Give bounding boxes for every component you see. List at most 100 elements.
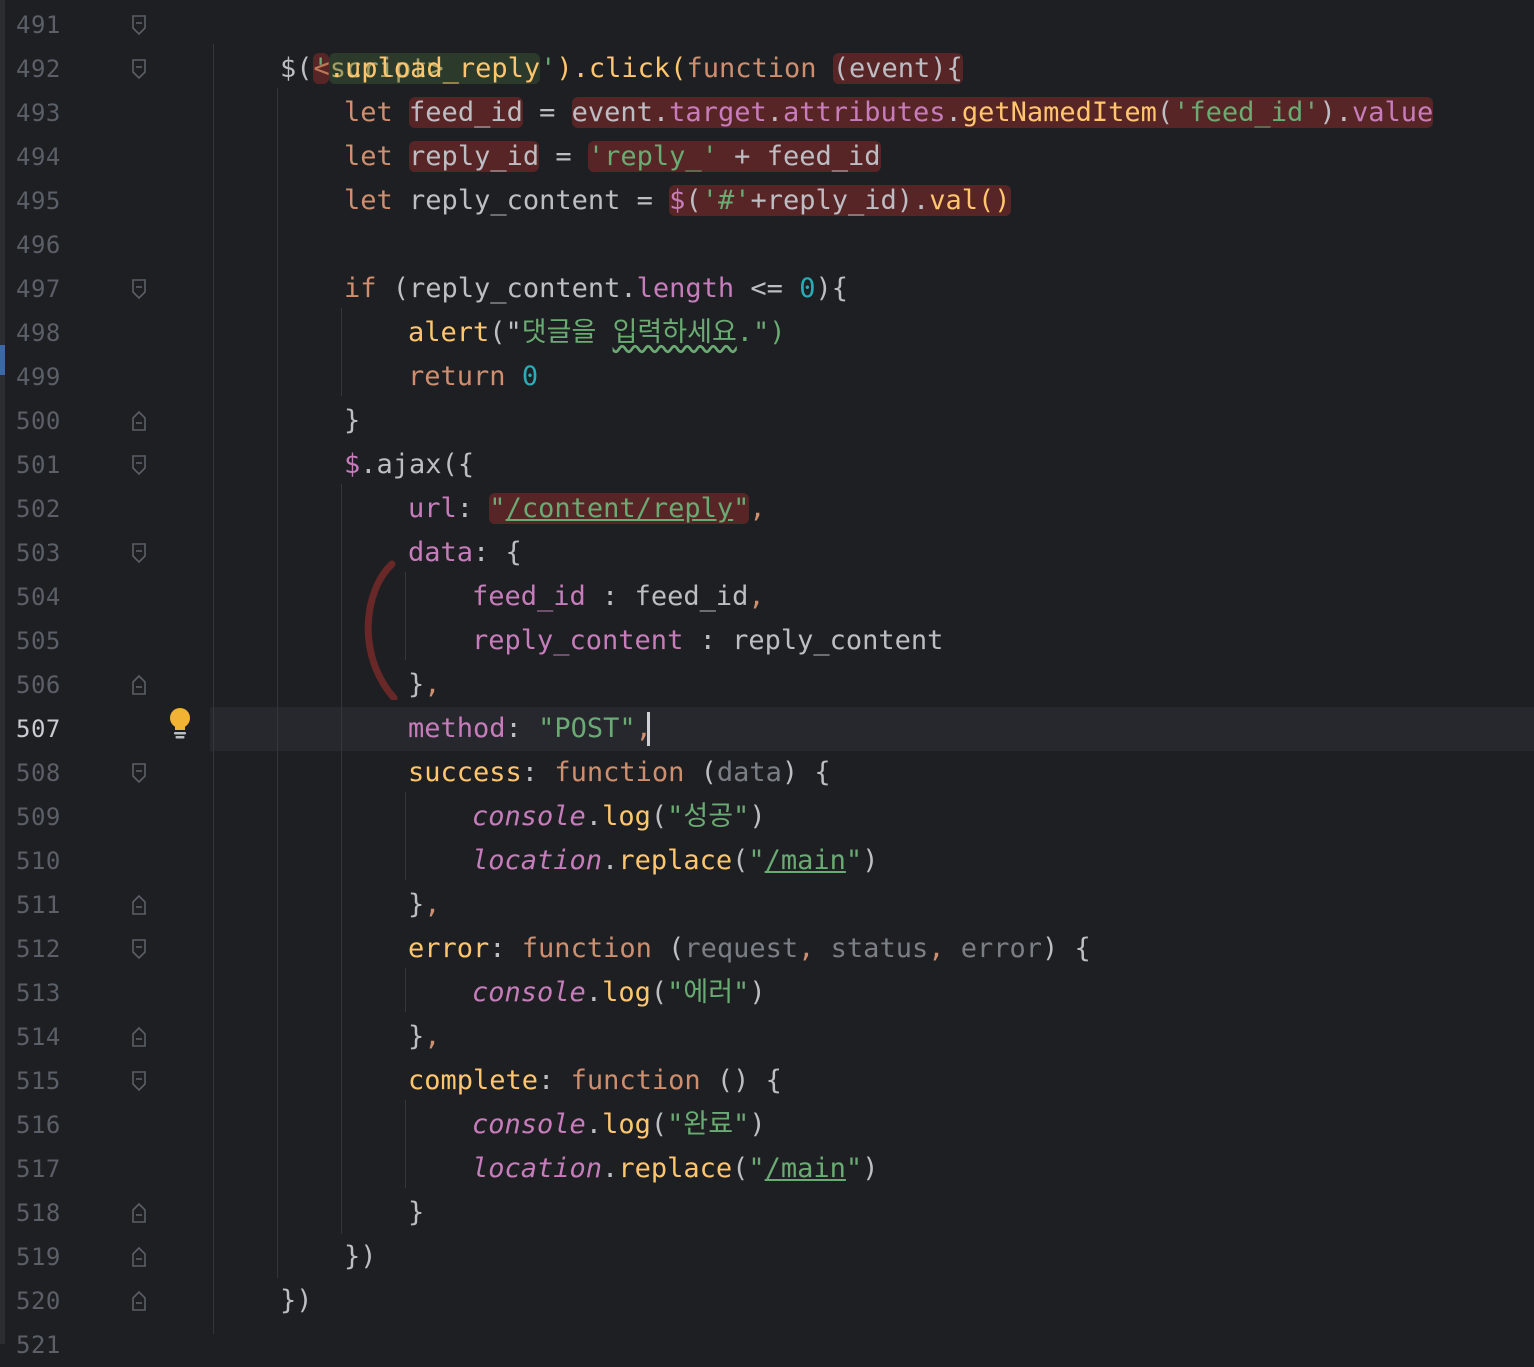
token: :: [473, 537, 506, 568]
token: alert: [408, 317, 490, 348]
token-keyword: function: [686, 53, 817, 84]
token: (: [685, 185, 702, 216]
token: .: [585, 1109, 603, 1140]
token: :: [538, 1065, 571, 1096]
token: replace: [618, 845, 733, 876]
fold-marker-icon[interactable]: [131, 674, 147, 696]
code-line: }: [408, 1191, 424, 1235]
line-number: 505: [16, 627, 61, 655]
red-annotation-stroke: [364, 560, 398, 700]
code-line: return 0: [408, 355, 538, 399]
token: +reply_id).: [750, 185, 930, 216]
code-line: location.replace("/main"): [472, 1147, 878, 1191]
token-keyword: if: [344, 273, 377, 304]
line-number: 495: [16, 187, 61, 215]
left-tool-strip: [0, 0, 5, 1344]
token: }): [280, 1285, 313, 1316]
token: url: [408, 493, 457, 524]
code-line: $.ajax({: [344, 443, 474, 487]
fold-marker-icon[interactable]: [131, 58, 147, 80]
fold-marker-icon[interactable]: [131, 762, 147, 784]
code-line: let reply_id = 'reply_' + feed_id: [344, 135, 881, 179]
token: ).click(: [556, 53, 687, 84]
code-line: }): [344, 1235, 377, 1279]
token: }: [344, 405, 361, 436]
line-number: 492: [16, 55, 61, 83]
code-editor[interactable]: 491 492 493 494 495 496 497 498 499 500 501 502 503 5…: [0, 0, 1534, 1359]
token-keyword: let: [344, 97, 393, 128]
code-line: error: function (request, status, error)…: [408, 927, 1091, 971]
token: (: [296, 53, 313, 84]
token: reply_content: [732, 625, 944, 656]
fold-marker-icon[interactable]: [131, 1070, 147, 1092]
fold-marker-icon[interactable]: [131, 894, 147, 916]
fold-marker-icon[interactable]: [131, 1026, 147, 1048]
token: "성공": [667, 801, 750, 832]
code-line: <script>: [216, 3, 444, 84]
token: error: [408, 933, 490, 964]
token: ": [489, 493, 506, 524]
fold-marker-icon[interactable]: [131, 14, 147, 36]
token: ,: [798, 933, 831, 964]
token: feed_id: [634, 581, 749, 612]
fold-marker-icon[interactable]: [131, 410, 147, 432]
code-line: feed_id : feed_id,: [472, 575, 765, 619]
token-keyword: function: [554, 757, 685, 788]
fold-marker-icon[interactable]: [131, 1290, 147, 1312]
token: ) {: [781, 757, 831, 788]
code-line: },: [408, 663, 441, 707]
token: console: [472, 977, 586, 1008]
code-line: success: function (data) {: [408, 751, 831, 795]
fold-marker-icon[interactable]: [131, 1246, 147, 1268]
token: (: [651, 933, 685, 964]
line-number: 512: [16, 935, 61, 963]
token: =: [620, 185, 670, 216]
token: event: [571, 97, 653, 128]
token-keyword: function: [521, 933, 652, 964]
fold-marker-icon[interactable]: [131, 454, 147, 476]
line-number: 491: [16, 11, 61, 39]
token-keyword: let: [344, 141, 393, 172]
code-line: }): [280, 1279, 313, 1323]
code-line: },: [408, 1015, 441, 1059]
fold-marker-icon[interactable]: [131, 278, 147, 300]
token: ,: [748, 581, 765, 612]
token: (: [1156, 97, 1174, 128]
line-number: 497: [16, 275, 61, 303]
line-number: 519: [16, 1243, 61, 1271]
token: ,: [424, 1021, 441, 1052]
fold-marker-icon[interactable]: [131, 1202, 147, 1224]
token: feed_id: [766, 141, 881, 172]
token: ,: [928, 933, 961, 964]
token: .: [602, 845, 619, 876]
token: (: [650, 1109, 668, 1140]
token: .: [360, 449, 377, 480]
token: ': [540, 53, 557, 84]
token: /content/reply: [505, 493, 734, 524]
token: 댓글을: [521, 317, 613, 348]
intention-bulb-icon[interactable]: [166, 706, 194, 740]
token: }: [408, 1021, 425, 1052]
token: "에러": [667, 977, 750, 1008]
token: location: [472, 1153, 603, 1184]
fold-marker-icon[interactable]: [131, 938, 147, 960]
token: data: [716, 757, 782, 788]
token: attributes: [782, 97, 946, 128]
fold-marker-icon[interactable]: [131, 542, 147, 564]
token: complete: [408, 1065, 539, 1096]
token: reply_content: [472, 625, 684, 656]
token: (: [732, 845, 749, 876]
line-number: 518: [16, 1199, 61, 1227]
code-line-current[interactable]: method: "POST",: [408, 707, 652, 751]
code-line: let reply_content = $('#'+reply_id).val(…: [344, 179, 1011, 223]
token: data: [408, 537, 474, 568]
line-number: 516: [16, 1111, 61, 1139]
token: status: [830, 933, 929, 964]
token: "완료": [667, 1109, 750, 1140]
token: $: [344, 449, 361, 480]
token: 'reply_': [587, 141, 718, 172]
code-line: }: [344, 399, 360, 443]
token: /main: [764, 1153, 846, 1184]
token: (: [650, 977, 668, 1008]
token: {: [505, 537, 522, 568]
